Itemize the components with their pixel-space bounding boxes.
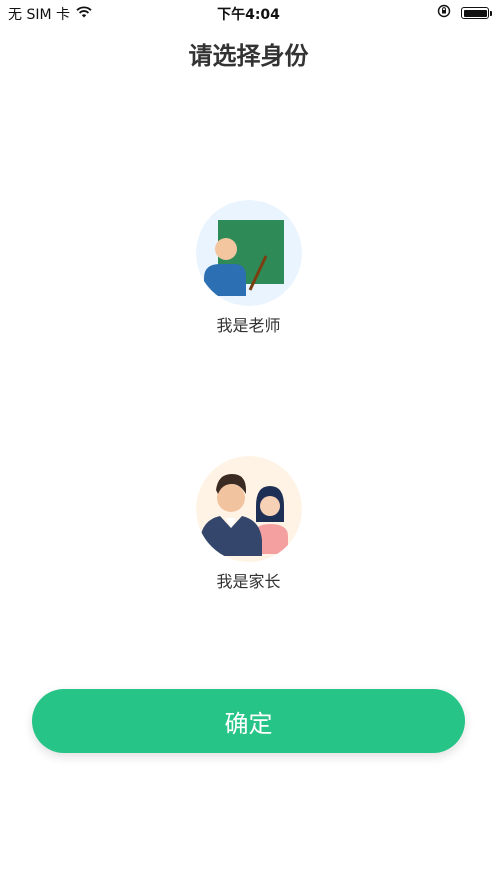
status-right bbox=[437, 4, 492, 22]
battery-icon bbox=[461, 7, 492, 19]
status-bar: 无 SIM 卡 下午4:04 bbox=[0, 0, 497, 26]
parent-role-label: 我是家长 bbox=[216, 572, 281, 591]
teacher-role-option[interactable]: 我是老师 bbox=[0, 200, 497, 336]
teacher-icon bbox=[195, 200, 302, 306]
parent-role-option[interactable]: 我是家长 bbox=[0, 456, 497, 592]
parents-icon bbox=[195, 456, 302, 562]
rotation-lock-icon bbox=[437, 4, 451, 22]
status-time: 下午4:04 bbox=[217, 7, 280, 23]
teacher-role-label: 我是老师 bbox=[216, 316, 281, 335]
page-title: 请选择身份 bbox=[188, 42, 309, 70]
confirm-button[interactable]: 确定 bbox=[32, 689, 465, 753]
